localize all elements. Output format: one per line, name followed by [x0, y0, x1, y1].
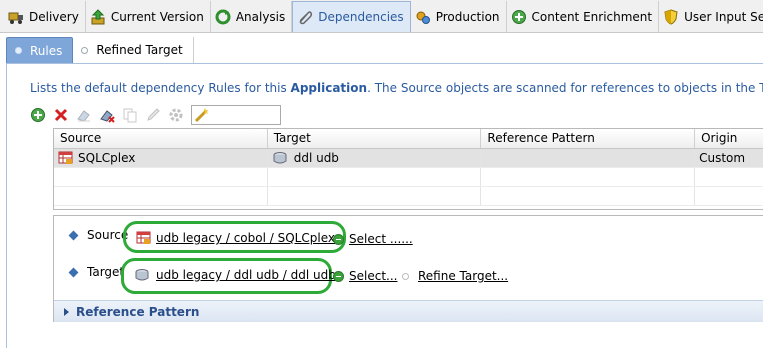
- target-label: Target: [68, 265, 124, 279]
- tab-delivery[interactable]: Delivery: [4, 1, 86, 32]
- rules-description: Lists the default dependency Rules for t…: [30, 81, 763, 95]
- reference-pattern-section[interactable]: Reference Pattern: [54, 300, 763, 322]
- cell-origin: Custom: [699, 151, 746, 165]
- database-icon: [272, 151, 288, 165]
- tab-user-input-security[interactable]: User Input Security: [659, 1, 763, 32]
- gears-icon: [415, 9, 431, 25]
- target-value-link[interactable]: udb legacy / ddl udb / ddl udb: [134, 268, 336, 282]
- refresh-icon: [215, 9, 231, 25]
- column-header-reference-pattern[interactable]: Reference Pattern: [481, 129, 696, 148]
- paperclip-icon: [297, 9, 313, 25]
- tab-dependencies[interactable]: Dependencies: [292, 1, 411, 32]
- rule-detail-panel: Source udb legacy / cobol / SQLCplex Sel…: [53, 215, 763, 322]
- tab-label: User Input Security: [684, 9, 763, 24]
- shield-icon: [663, 8, 679, 25]
- eraser-icon: [77, 110, 90, 122]
- tab-production[interactable]: Production: [411, 1, 507, 32]
- sql-table-icon: [58, 151, 74, 165]
- description-bold: Application: [290, 81, 368, 95]
- column-header-target[interactable]: Target: [268, 129, 482, 148]
- upload-arrow-icon: [90, 8, 106, 25]
- table-row[interactable]: SQLCplex ddl udb Custom: [54, 149, 763, 168]
- tab-content-enrichment[interactable]: Content Enrichment: [507, 1, 660, 32]
- eraser-red-icon: [100, 110, 115, 123]
- table-row: [54, 168, 763, 187]
- target-select-button[interactable]: Select...: [333, 269, 397, 283]
- settings-button[interactable]: [168, 107, 184, 123]
- copy-button[interactable]: [122, 107, 138, 123]
- diamond-icon: [68, 230, 79, 240]
- clear-all-button[interactable]: [99, 107, 115, 123]
- tab-label: Refined Target: [96, 43, 183, 57]
- tab-current-version[interactable]: Current Version: [86, 1, 211, 32]
- tab-bullet-icon: [15, 47, 22, 54]
- tab-analysis[interactable]: Analysis: [211, 1, 293, 32]
- cell-text: ddl udb: [293, 151, 339, 165]
- cell-reference-pattern: [481, 149, 696, 167]
- tab-label: Delivery: [29, 9, 79, 24]
- column-header-source[interactable]: Source: [54, 129, 268, 148]
- tab-label: Production: [435, 9, 500, 24]
- description-prefix: Lists the default dependency Rules for t…: [30, 81, 291, 95]
- pencil-icon: [147, 108, 160, 121]
- table-header: Source Target Reference Pattern Origin: [54, 129, 763, 149]
- cell-target: ddl udb: [268, 149, 482, 167]
- tab-label: Dependencies: [318, 10, 404, 24]
- cell-text: SQLCplex: [78, 151, 136, 165]
- rules-toolbar: [30, 104, 281, 126]
- gear-icon: [169, 108, 183, 122]
- description-suffix: . The Source objects are scanned for ref…: [367, 81, 763, 95]
- copy-icon: [123, 108, 137, 123]
- add-rule-button[interactable]: [30, 107, 46, 123]
- column-header-origin[interactable]: Origin: [695, 129, 763, 148]
- tab-refined-target[interactable]: Refined Target: [73, 37, 194, 63]
- filter-field[interactable]: [191, 105, 281, 125]
- tab-label: Content Enrichment: [531, 9, 653, 24]
- plus-circle-icon: [31, 108, 45, 122]
- rules-table: Source Target Reference Pattern Origin S…: [53, 128, 763, 210]
- select-icon: [333, 270, 344, 282]
- source-value-link[interactable]: udb legacy / cobol / SQLCplex: [136, 231, 335, 245]
- tab-label: Rules: [30, 43, 63, 58]
- source-label: Source: [68, 228, 128, 242]
- bullet-icon: [402, 272, 409, 280]
- diamond-icon: [68, 267, 79, 277]
- database-icon: [134, 268, 150, 282]
- table-row: [54, 187, 763, 206]
- red-x-icon: [54, 108, 68, 122]
- tab-label: Analysis: [235, 9, 286, 24]
- edit-button[interactable]: [145, 107, 161, 123]
- source-select-button[interactable]: Select ......: [333, 232, 413, 246]
- select-icon: [333, 233, 344, 245]
- magic-wand-icon: [194, 108, 208, 123]
- cell-source: SQLCplex: [54, 149, 268, 167]
- tab-rules[interactable]: Rules: [6, 37, 74, 63]
- refine-target-button[interactable]: Refine Target...: [402, 269, 508, 283]
- editor-tab-bar: Delivery Current Version Analysis Depend…: [0, 0, 763, 33]
- sub-tab-bar: Rules Refined Target: [6, 36, 763, 64]
- sql-table-icon: [136, 231, 152, 245]
- tab-label: Current Version: [110, 9, 204, 24]
- plus-circle-icon: [511, 9, 527, 25]
- tab-bullet-icon: [81, 46, 89, 54]
- expand-triangle-icon: [64, 307, 69, 316]
- clear-button[interactable]: [76, 107, 92, 123]
- truck-icon: [8, 9, 24, 25]
- delete-rule-button[interactable]: [53, 107, 69, 123]
